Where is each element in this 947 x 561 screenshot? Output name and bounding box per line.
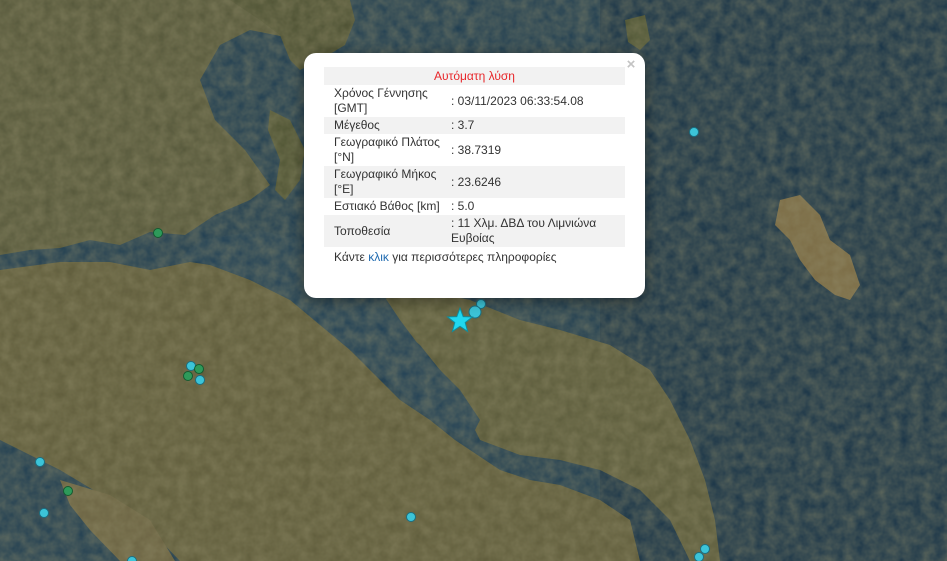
table-row: Χρόνος Γέννησης [GMT] : 03/11/2023 06:33… <box>324 85 625 117</box>
magnitude-label: Μέγεθος <box>324 117 451 134</box>
earthquake-marker-icon[interactable] <box>195 375 205 385</box>
earthquake-info-table: Αυτόματη λύση Χρόνος Γέννησης [GMT] : 03… <box>324 67 625 247</box>
location-value: : 11 Χλμ. ΔΒΔ του Λιμνιώνα Ευβοίας <box>451 215 625 247</box>
more-info-link[interactable]: κλικ <box>368 250 389 264</box>
origin-time-value: : 03/11/2023 06:33:54.08 <box>451 93 584 108</box>
depth-label: Εστιακό Βάθος [km] <box>334 199 440 213</box>
earthquake-info-popup: × Αυτόματη λύση Χρόνος Γέννησης [GMT] : … <box>304 53 645 298</box>
latitude-value: : 38.7319 <box>451 142 502 157</box>
origin-time-label: Χρόνος Γέννησης [GMT] <box>334 86 428 115</box>
earthquake-marker-icon[interactable] <box>39 508 49 518</box>
table-row: Γεωγραφικό Μήκος [°E] : 23.6246 <box>324 166 625 198</box>
depth-value: : 5.0 <box>451 199 475 213</box>
earthquake-marker-icon[interactable] <box>127 556 137 561</box>
earthquake-marker-icon[interactable] <box>406 512 416 522</box>
table-row: Γεωγραφικό Πλάτος [°N] : 38.7319 <box>324 134 625 166</box>
earthquake-marker-icon[interactable] <box>153 228 163 238</box>
table-row: Μέγεθος : 3.7 <box>324 117 625 134</box>
earthquake-marker-icon[interactable] <box>694 552 704 561</box>
earthquake-marker-icon[interactable] <box>35 457 45 467</box>
location-label: Τοποθεσία <box>324 215 451 247</box>
earthquake-marker-icon[interactable] <box>194 364 204 374</box>
earthquake-marker-icon[interactable] <box>700 544 710 554</box>
earthquake-marker-icon[interactable] <box>183 371 193 381</box>
earthquake-marker-icon[interactable] <box>689 127 699 137</box>
longitude-value: : 23.6246 <box>451 166 625 198</box>
table-row: Τοποθεσία : 11 Χλμ. ΔΒΔ του Λιμνιώνα Ευβ… <box>324 215 625 247</box>
table-row: Εστιακό Βάθος [km] : 5.0 <box>324 198 625 215</box>
more-info-suffix: για περισσότερες πληροφορίες <box>388 250 557 264</box>
earthquake-marker-icon[interactable] <box>468 305 482 319</box>
more-info-prefix: Κάντε <box>334 250 369 264</box>
magnitude-value: : 3.7 <box>451 117 625 134</box>
more-info-text: Κάντε κλικ για περισσότερες πληροφορίες <box>324 247 625 267</box>
solution-title: Αυτόματη λύση <box>324 67 625 85</box>
earthquake-marker-icon[interactable] <box>63 486 73 496</box>
longitude-label: Γεωγραφικό Μήκος [°E] <box>324 166 451 198</box>
info-title-row: Αυτόματη λύση <box>324 67 625 85</box>
close-icon[interactable]: × <box>623 57 639 73</box>
latitude-label: Γεωγραφικό Πλάτος [°N] <box>334 135 440 164</box>
